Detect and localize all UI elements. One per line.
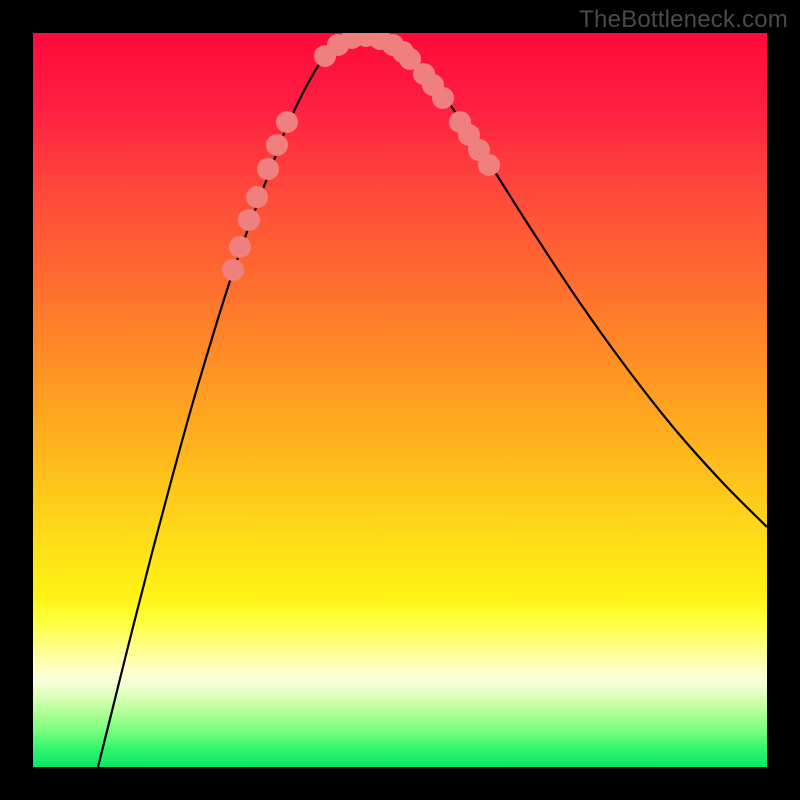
data-marker [432,87,454,109]
plot-area [33,33,767,767]
outer-frame: TheBottleneck.com [0,0,800,800]
watermark-text: TheBottleneck.com [579,6,788,34]
data-marker [222,259,244,281]
data-marker [229,236,251,258]
data-marker [238,209,260,231]
data-marker [246,186,268,208]
data-marker [276,111,298,133]
data-marker [478,154,500,176]
bottleneck-curve [33,33,767,767]
data-marker [266,134,288,156]
data-marker [257,158,279,180]
